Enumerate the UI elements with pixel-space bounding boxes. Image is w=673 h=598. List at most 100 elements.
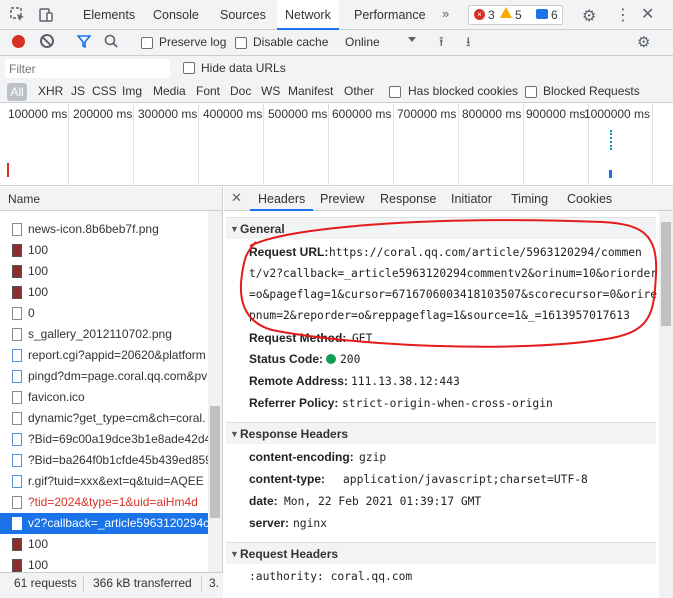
name-column-header[interactable]: Name: [0, 187, 222, 211]
timeline-tick: 400000 ms: [203, 107, 263, 121]
request-row[interactable]: dynamic?get_type=cm&ch=coral.: [0, 408, 208, 429]
timeline-tick: 800000 ms: [462, 107, 522, 121]
device-toolbar-icon[interactable]: [38, 7, 54, 23]
document-icon: [12, 433, 22, 447]
filter-input[interactable]: [5, 59, 170, 78]
more-tabs-icon[interactable]: »: [442, 6, 449, 21]
settings-gear-icon[interactable]: ⚙: [582, 6, 596, 26]
request-name: s_gallery_2012110702.png: [28, 327, 172, 341]
type-css[interactable]: CSS: [92, 84, 117, 98]
type-doc[interactable]: Doc: [230, 84, 251, 98]
preserve-log-label: Preserve log: [159, 35, 227, 49]
tab-sources[interactable]: Sources: [212, 0, 274, 30]
request-headers-title: Request Headers: [240, 547, 339, 561]
tab-initiator[interactable]: Initiator: [443, 187, 500, 211]
type-ws[interactable]: WS: [261, 84, 280, 98]
timeline-gridline: [458, 104, 459, 186]
hide-data-urls-label: Hide data URLs: [201, 61, 286, 75]
close-devtools-icon[interactable]: ✕: [641, 4, 654, 24]
request-row[interactable]: ?Bid=ba264f0b1cfde45b439ed859: [0, 450, 208, 471]
request-row[interactable]: ?Bid=69c00a19dce3b1e8ade42d4: [0, 429, 208, 450]
request-row[interactable]: favicon.ico: [0, 387, 208, 408]
request-row[interactable]: 100: [0, 261, 208, 282]
request-headers-section-header[interactable]: ▼ Request Headers: [226, 542, 656, 564]
filter-funnel-icon[interactable]: [76, 34, 92, 51]
network-settings-gear-icon[interactable]: ⚙: [637, 33, 650, 51]
tab-network[interactable]: Network: [277, 0, 339, 30]
file-icon: [12, 223, 22, 237]
request-name: report.cgi?appid=20620&platform: [28, 348, 206, 362]
type-js[interactable]: JS: [71, 84, 85, 98]
request-row[interactable]: 100: [0, 534, 208, 555]
request-header-authority: :authority: coral.qq.com: [249, 570, 413, 583]
tab-timing[interactable]: Timing: [503, 187, 556, 211]
blocked-requests-checkbox[interactable]: [525, 84, 537, 98]
chevron-down-icon[interactable]: [408, 37, 416, 42]
type-xhr[interactable]: XHR: [38, 84, 63, 98]
document-icon: [12, 349, 22, 363]
request-list-scroll-thumb[interactable]: [210, 406, 220, 518]
request-row[interactable]: 0: [0, 303, 208, 324]
timeline-tick: 100000 ms: [8, 107, 68, 121]
search-icon[interactable]: [104, 34, 118, 51]
throttle-select[interactable]: Online: [345, 35, 380, 49]
timeline-tick: 1000000 ms: [584, 107, 651, 121]
type-font[interactable]: Font: [196, 84, 220, 98]
response-header-value: gzip: [359, 451, 387, 464]
request-row[interactable]: 100: [0, 282, 208, 303]
hide-data-urls-checkbox[interactable]: [183, 60, 195, 74]
status-divider: [83, 576, 84, 592]
request-name: favicon.ico: [28, 390, 85, 404]
tab-headers[interactable]: Headers: [250, 187, 314, 211]
image-file-icon: [12, 244, 22, 258]
tab-performance[interactable]: Performance: [346, 0, 434, 30]
blocked-cookies-checkbox[interactable]: [389, 84, 401, 98]
type-other[interactable]: Other: [344, 84, 374, 98]
type-media[interactable]: Media: [153, 84, 186, 98]
referrer-policy-value: strict-origin-when-cross-origin: [342, 397, 553, 410]
response-header-value: nginx: [293, 517, 328, 530]
tab-preview[interactable]: Preview: [312, 187, 372, 211]
export-har-icon[interactable]: ⭳: [466, 33, 471, 55]
document-icon: [12, 517, 22, 531]
request-row[interactable]: ?tid=2024&type=1&uid=aiHm4d: [0, 492, 208, 513]
request-row[interactable]: report.cgi?appid=20620&platform: [0, 345, 208, 366]
clear-icon[interactable]: [40, 34, 54, 48]
timeline-gridline: [263, 104, 264, 186]
tab-elements[interactable]: Elements: [75, 0, 143, 30]
request-row[interactable]: v2?callback=_article5963120294cc: [0, 513, 208, 534]
type-img[interactable]: Img: [122, 84, 142, 98]
request-row[interactable]: s_gallery_2012110702.png: [0, 324, 208, 345]
image-file-icon: [12, 286, 22, 300]
request-row[interactable]: news-icon.8b6beb7f.png: [0, 219, 208, 240]
response-headers-title: Response Headers: [240, 427, 349, 441]
type-all-button[interactable]: All: [7, 83, 27, 101]
document-icon: [12, 475, 22, 489]
kebab-menu-icon[interactable]: ⋮: [615, 5, 631, 25]
tab-console[interactable]: Console: [145, 0, 207, 30]
record-button-icon[interactable]: [12, 35, 25, 48]
collapse-arrow-icon: ▼: [230, 429, 239, 439]
request-name: ?Bid=ba264f0b1cfde45b439ed859: [28, 453, 208, 467]
request-name: 100: [28, 558, 49, 572]
tab-response[interactable]: Response: [372, 187, 444, 211]
detail-scroll-thumb[interactable]: [661, 222, 671, 326]
disable-cache-label: Disable cache: [253, 35, 329, 49]
timeline-tick: 300000 ms: [138, 107, 198, 121]
timeline-tick: 200000 ms: [73, 107, 133, 121]
import-har-icon[interactable]: ⭱: [439, 33, 444, 55]
request-row[interactable]: 100: [0, 240, 208, 261]
inspect-element-icon[interactable]: [10, 7, 26, 23]
request-row[interactable]: pingd?dm=page.coral.qq.com&pv: [0, 366, 208, 387]
status-divider: [201, 576, 202, 592]
disable-cache-checkbox[interactable]: [235, 35, 247, 49]
error-count: 3: [488, 8, 495, 22]
response-headers-section-header[interactable]: ▼ Response Headers: [226, 422, 656, 444]
preserve-log-checkbox[interactable]: [141, 35, 153, 49]
type-manifest[interactable]: Manifest: [288, 84, 333, 98]
request-row[interactable]: r.gif?tuid=xxx&ext=q&tuid=AQEE: [0, 471, 208, 492]
tab-cookies[interactable]: Cookies: [559, 187, 620, 211]
close-detail-icon[interactable]: ✕: [231, 190, 242, 206]
warning-icon: [500, 7, 512, 18]
request-name: 100: [28, 264, 49, 278]
